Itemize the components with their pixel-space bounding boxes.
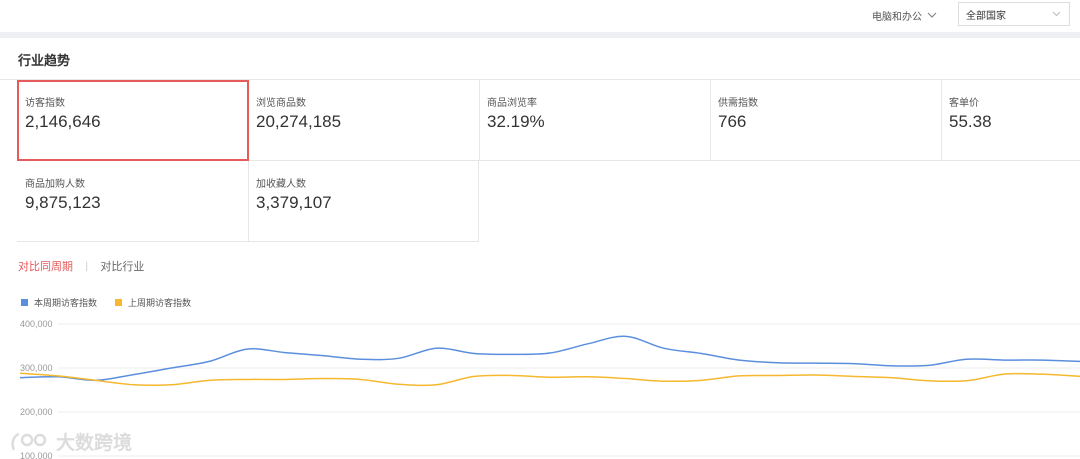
metric-label: 加收藏人数 bbox=[256, 179, 306, 190]
metric-card-add-to-cart[interactable]: 商品加购人数 9,875,123 bbox=[17, 161, 249, 242]
category-label: 电脑和办公 bbox=[872, 11, 922, 23]
metric-value: 55.38 bbox=[949, 112, 992, 131]
y-tick-label: 300,000 bbox=[20, 363, 53, 373]
metric-label: 商品加购人数 bbox=[25, 179, 85, 190]
legend-item-previous[interactable]: 上周期访客指数 bbox=[115, 296, 191, 309]
legend-swatch-previous bbox=[115, 299, 123, 306]
series-line-current bbox=[19, 335, 1080, 382]
trend-line-chart: 400,000300,000200,000100,000 bbox=[19, 319, 1080, 459]
metric-label: 客单价 bbox=[949, 98, 979, 109]
metric-card-add-favorite[interactable]: 加收藏人数 3,379,107 bbox=[248, 161, 479, 242]
chevron-down-icon bbox=[927, 12, 937, 18]
category-dropdown[interactable]: 电脑和办公 bbox=[872, 6, 937, 24]
chevron-down-icon bbox=[1052, 11, 1061, 17]
watermark-logo-icon bbox=[11, 432, 47, 451]
y-tick-label: 400,000 bbox=[20, 319, 53, 329]
metric-label: 浏览商品数 bbox=[256, 98, 306, 109]
metric-value: 2,146,646 bbox=[25, 112, 101, 131]
legend-label-previous: 上周期访客指数 bbox=[128, 299, 192, 309]
tab-compare-industry[interactable]: 对比行业 bbox=[100, 258, 144, 274]
metric-card-visitor-index[interactable]: 访客指数 2,146,646 bbox=[17, 80, 249, 161]
top-bar-separator bbox=[0, 32, 1080, 38]
legend-swatch-current bbox=[21, 299, 28, 306]
metric-card-unit-price[interactable]: 客单价 55.38 bbox=[941, 80, 1080, 161]
compare-tabs: 对比同周期 | 对比行业 bbox=[18, 258, 144, 274]
metric-label: 供需指数 bbox=[718, 98, 758, 109]
metric-value: 9,875,123 bbox=[25, 193, 101, 212]
metric-value: 766 bbox=[718, 112, 747, 131]
metric-value: 32.19% bbox=[487, 112, 545, 131]
section-title: 行业趋势 bbox=[18, 54, 71, 69]
y-tick-label: 200,000 bbox=[20, 407, 53, 417]
tab-compare-same-period[interactable]: 对比同周期 bbox=[18, 258, 73, 274]
country-select[interactable]: 全部国家 bbox=[958, 2, 1070, 26]
metric-label: 商品浏览率 bbox=[487, 98, 537, 109]
legend-item-current[interactable]: 本周期访客指数 bbox=[21, 296, 97, 309]
metric-card-browsed-products[interactable]: 浏览商品数 20,274,185 bbox=[248, 80, 480, 161]
series-line-previous bbox=[19, 372, 1080, 387]
watermark: 大数跨境 bbox=[10, 428, 132, 455]
country-label: 全部国家 bbox=[966, 10, 1006, 22]
metric-value: 20,274,185 bbox=[256, 112, 342, 131]
chart-legend: 本周期访客指数 上周期访客指数 bbox=[21, 296, 209, 309]
tab-divider: | bbox=[85, 260, 89, 272]
legend-label-current: 本周期访客指数 bbox=[34, 299, 98, 309]
metric-label: 访客指数 bbox=[25, 98, 65, 109]
watermark-text: 大数跨境 bbox=[56, 432, 133, 454]
metric-card-browse-rate[interactable]: 商品浏览率 32.19% bbox=[479, 80, 711, 161]
metric-value: 3,379,107 bbox=[256, 193, 332, 212]
top-bar: 电脑和办公 全部国家 bbox=[0, 0, 1080, 32]
metric-card-supply-demand[interactable]: 供需指数 766 bbox=[710, 80, 942, 161]
